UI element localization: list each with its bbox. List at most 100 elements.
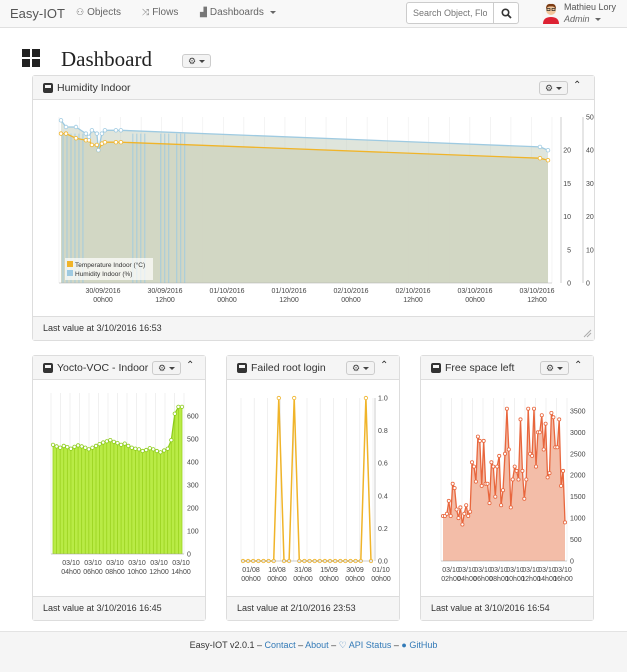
data-point — [547, 471, 552, 476]
x-tick-label: 10h00 — [127, 569, 147, 576]
x-tick-label: 03/10 — [84, 560, 102, 567]
navbar: Easy-IOT ⚇ Objects ⤨ Flows ▟ Dashboards … — [0, 0, 627, 28]
collapse-icon[interactable]: ⌃ — [380, 361, 388, 371]
brand[interactable]: Easy-IOT — [10, 6, 65, 21]
data-point — [503, 451, 508, 456]
widget-settings-button[interactable]: ⚙ — [540, 361, 569, 375]
voc-title: Yocto-VOC - Indoor — [57, 362, 149, 374]
footer-version: Easy-IOT v2.0.1 – — [189, 640, 263, 650]
humidity-point — [113, 128, 119, 133]
resize-handle-icon[interactable] — [582, 328, 592, 338]
collapse-icon[interactable]: ⌃ — [186, 361, 194, 371]
x-tick-label: 08h00 — [105, 569, 125, 576]
x-tick-label: 00h00 — [241, 576, 261, 583]
footer-separator: – — [393, 640, 399, 650]
data-point — [512, 464, 517, 469]
user-menu[interactable]: Admin — [564, 14, 602, 24]
y-tick-label: 200 — [187, 506, 199, 513]
chevron-down-icon — [199, 59, 206, 63]
chevron-down-icon — [169, 366, 176, 370]
footer-separator: – — [298, 640, 304, 650]
panel-title: Failed root login — [237, 362, 326, 374]
x-tick-label: 16h00 — [553, 576, 573, 583]
data-point — [526, 406, 531, 411]
x-tick-label: 30/09/2016 — [85, 288, 120, 295]
voc-chart: 010020030040050060003/1004h0003/1006h000… — [50, 393, 199, 576]
x-tick-label: 30/09 — [346, 567, 364, 574]
x-tick-label: 02/10/2016 — [395, 288, 430, 295]
y-tick-label: 3500 — [570, 408, 586, 415]
panel-title: Humidity Indoor — [43, 82, 131, 94]
y-tick-label: 600 — [187, 414, 199, 421]
data-point — [122, 441, 127, 446]
user-name[interactable]: Mathieu Lory — [564, 2, 616, 12]
data-point — [292, 395, 297, 401]
data-point — [93, 443, 99, 449]
about-link[interactable]: About — [305, 640, 329, 650]
panel-header: Free space left ⚙ ⌃ — [421, 356, 593, 380]
nav-dashboards[interactable]: ▟ Dashboards — [200, 7, 276, 18]
data-point — [101, 440, 106, 445]
data-point — [276, 395, 281, 401]
data-point — [444, 511, 449, 516]
collapse-icon[interactable]: ⌃ — [574, 361, 582, 371]
temperature-point — [102, 140, 108, 145]
api-status-link[interactable]: ♡ API Status — [339, 640, 392, 650]
data-point — [557, 417, 562, 422]
x-tick-label: 00h00 — [217, 297, 237, 304]
gear-icon: ⚙ — [544, 82, 554, 93]
api-status-label: API Status — [348, 640, 392, 650]
x-tick-label: 12h00 — [149, 569, 169, 576]
panel-footer: Last value at 3/10/2016 16:54 — [421, 596, 593, 620]
y-tick-label: 1.0 — [378, 396, 388, 403]
data-point — [539, 413, 544, 418]
humidity-point — [73, 124, 79, 130]
gear-icon: ⚙ — [187, 55, 197, 66]
y-tick-label: 0.0 — [378, 559, 388, 566]
avatar[interactable] — [542, 2, 560, 24]
y-tick-label: 0 — [187, 552, 191, 559]
search-button[interactable] — [493, 2, 519, 24]
data-point — [545, 475, 550, 480]
legend-swatch-humidity — [67, 270, 73, 276]
widget-settings-button[interactable]: ⚙ — [539, 81, 568, 95]
humidity-point — [94, 131, 100, 136]
nav-flows-label: Flows — [152, 7, 179, 18]
data-point — [514, 468, 519, 473]
humidity-last-value: Last value at 3/10/2016 16:53 — [43, 323, 162, 333]
search-input[interactable] — [406, 2, 494, 24]
contact-link[interactable]: Contact — [265, 640, 296, 650]
data-point — [530, 453, 535, 458]
x-tick-label: 00h00 — [93, 297, 113, 304]
hdd-icon — [431, 363, 441, 373]
humidity-point — [89, 128, 95, 133]
collapse-icon[interactable]: ⌃ — [573, 81, 581, 91]
data-point — [169, 437, 174, 443]
x-tick-label: 00h00 — [293, 576, 313, 583]
y-left-tick-label: 20 — [563, 148, 571, 155]
humidity-point — [545, 148, 551, 153]
data-point — [61, 443, 66, 449]
widget-settings-button[interactable]: ⚙ — [346, 361, 375, 375]
github-link[interactable]: ● GitHub — [401, 640, 437, 650]
x-tick-label: 03/10/2016 — [519, 288, 554, 295]
data-point — [86, 447, 91, 452]
data-point — [468, 509, 473, 514]
data-point — [144, 447, 149, 453]
data-point — [75, 443, 81, 448]
x-tick-label: 01/10 — [372, 567, 390, 574]
github-label: GitHub — [409, 640, 438, 650]
data-point — [126, 443, 131, 449]
nav-flows[interactable]: ⤨ Flows — [142, 7, 178, 18]
panel-title: Yocto-VOC - Indoor — [43, 362, 148, 374]
hdd-icon — [43, 363, 53, 373]
x-tick-label: 03/10 — [538, 567, 556, 574]
humidity-point — [96, 148, 101, 153]
chevron-down-icon — [557, 366, 564, 370]
data-point — [58, 445, 63, 450]
data-point — [562, 520, 567, 525]
gear-icon: ⚙ — [545, 362, 555, 373]
dashboard-settings-button[interactable]: ⚙ — [182, 54, 211, 68]
nav-objects[interactable]: ⚇ Objects — [76, 7, 121, 18]
widget-settings-button[interactable]: ⚙ — [152, 361, 181, 375]
